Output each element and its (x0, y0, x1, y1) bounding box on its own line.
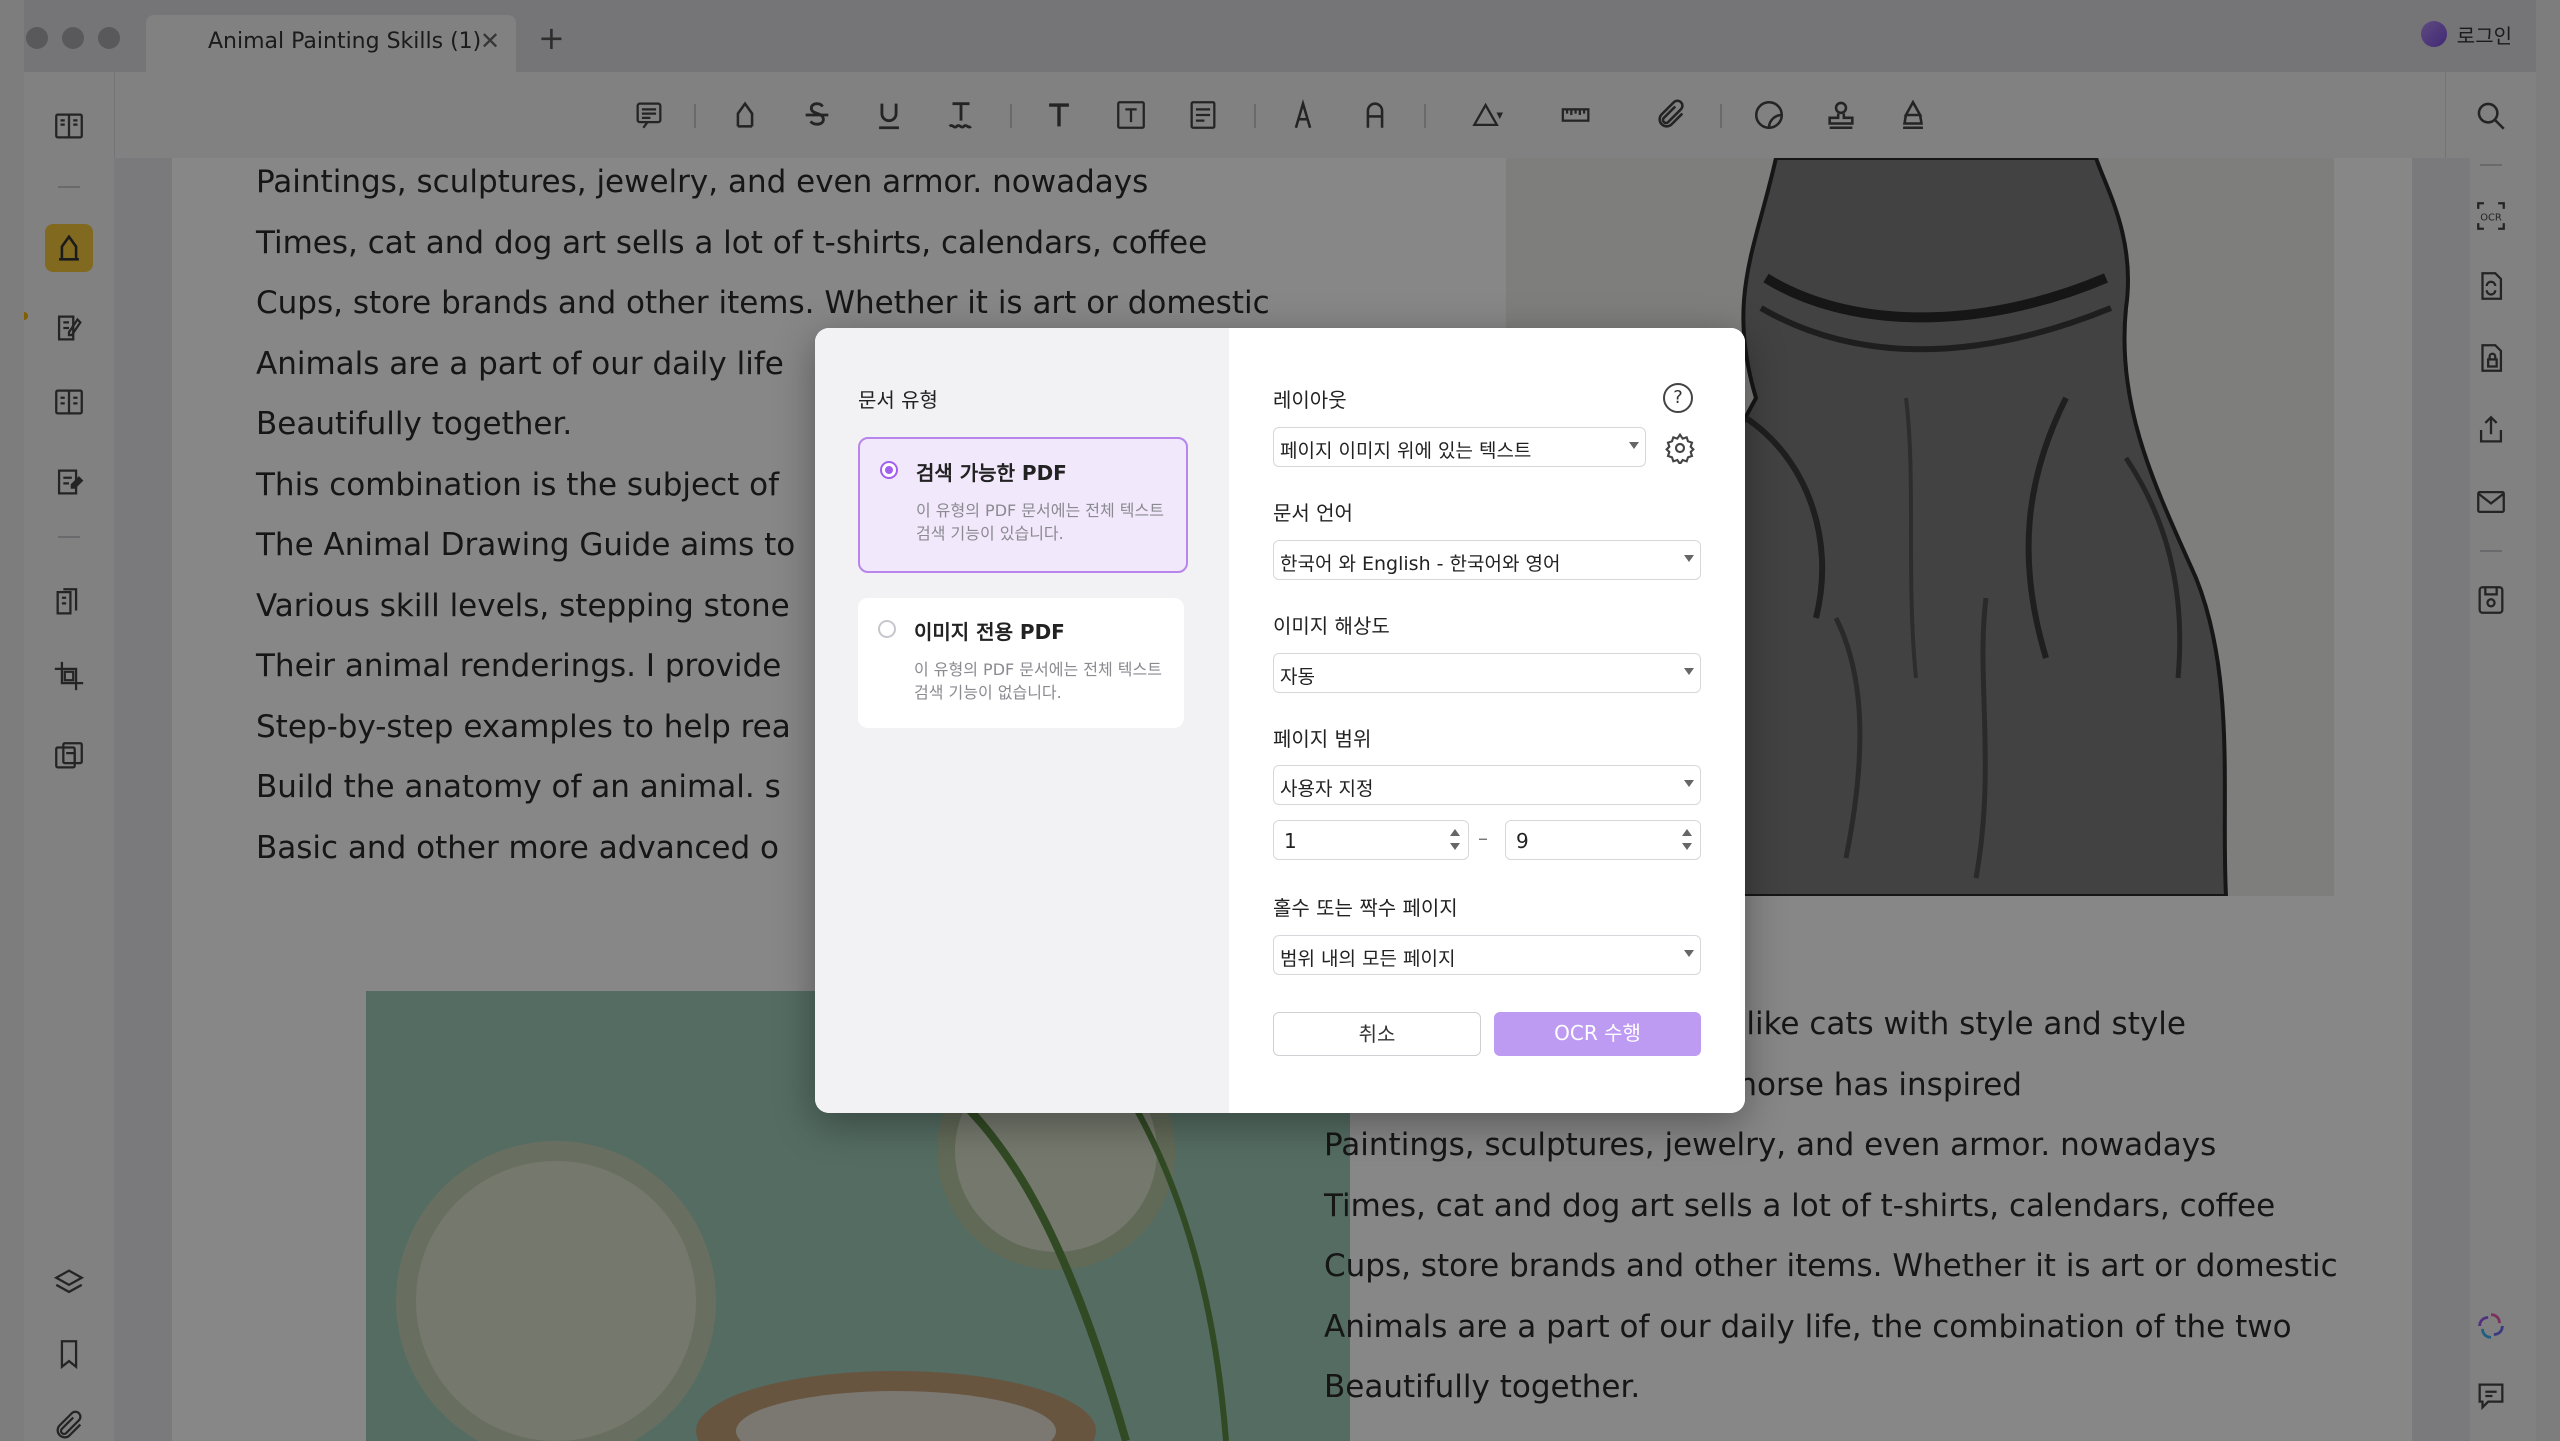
range-to-value: 9 (1516, 829, 1529, 853)
stepper-up-icon[interactable] (1682, 829, 1692, 836)
range-to-stepper[interactable]: 9 (1505, 820, 1701, 860)
chevron-down-icon (1684, 668, 1694, 675)
ocr-dialog: 문서 유형 검색 가능한 PDF 이 유형의 PDF 문서에는 전체 텍스트 검… (815, 328, 1745, 1113)
stepper-down-icon[interactable] (1682, 843, 1692, 850)
odd-even-select[interactable]: 범위 내의 모든 페이지 (1273, 935, 1701, 975)
doc-type-label: 문서 유형 (858, 388, 938, 412)
resolution-select[interactable]: 자동 (1273, 653, 1701, 693)
page-range-select[interactable]: 사용자 지정 (1273, 765, 1701, 805)
chevron-down-icon (1684, 950, 1694, 957)
range-dash: – (1478, 826, 1488, 850)
resolution-label: 이미지 해상도 (1273, 614, 1390, 638)
range-from-stepper[interactable]: 1 (1273, 820, 1469, 860)
image-only-pdf-option[interactable]: 이미지 전용 PDF 이 유형의 PDF 문서에는 전체 텍스트 검색 기능이 … (858, 598, 1184, 728)
page-range-value: 사용자 지정 (1280, 778, 1374, 800)
gear-icon[interactable] (1664, 432, 1696, 464)
radio-image-only[interactable] (878, 620, 896, 638)
option-description: 이 유형의 PDF 문서에는 전체 텍스트 검색 기능이 있습니다. (916, 501, 1164, 543)
language-select[interactable]: 한국어 와 English - 한국어와 영어 (1273, 540, 1701, 580)
chevron-down-icon (1684, 555, 1694, 562)
document-type-panel: 문서 유형 검색 가능한 PDF 이 유형의 PDF 문서에는 전체 텍스트 검… (815, 328, 1229, 1113)
chevron-down-icon (1684, 780, 1694, 787)
resolution-value: 자동 (1280, 666, 1315, 688)
option-title: 이미지 전용 PDF (914, 620, 1065, 644)
language-label: 문서 언어 (1273, 501, 1353, 525)
help-icon[interactable]: ? (1663, 383, 1693, 413)
layout-select[interactable]: 페이지 이미지 위에 있는 텍스트 (1273, 427, 1646, 467)
layout-value: 페이지 이미지 위에 있는 텍스트 (1280, 440, 1532, 462)
stepper-up-icon[interactable] (1450, 829, 1460, 836)
language-value: 한국어 와 English - 한국어와 영어 (1280, 553, 1561, 575)
option-title: 검색 가능한 PDF (916, 461, 1067, 485)
chevron-down-icon (1629, 442, 1639, 449)
stepper-down-icon[interactable] (1450, 843, 1460, 850)
perform-ocr-button[interactable]: OCR 수행 (1494, 1012, 1701, 1056)
page-range-label: 페이지 범위 (1273, 727, 1372, 751)
range-from-value: 1 (1284, 829, 1297, 853)
searchable-pdf-option[interactable]: 검색 가능한 PDF 이 유형의 PDF 문서에는 전체 텍스트 검색 기능이 … (858, 437, 1188, 573)
option-description: 이 유형의 PDF 문서에는 전체 텍스트 검색 기능이 없습니다. (914, 660, 1162, 702)
layout-label: 레이아웃 (1273, 388, 1347, 412)
cancel-button[interactable]: 취소 (1273, 1012, 1481, 1056)
odd-even-label: 홀수 또는 짝수 페이지 (1273, 896, 1458, 920)
radio-searchable[interactable] (880, 461, 898, 479)
odd-even-value: 범위 내의 모든 페이지 (1280, 948, 1456, 970)
